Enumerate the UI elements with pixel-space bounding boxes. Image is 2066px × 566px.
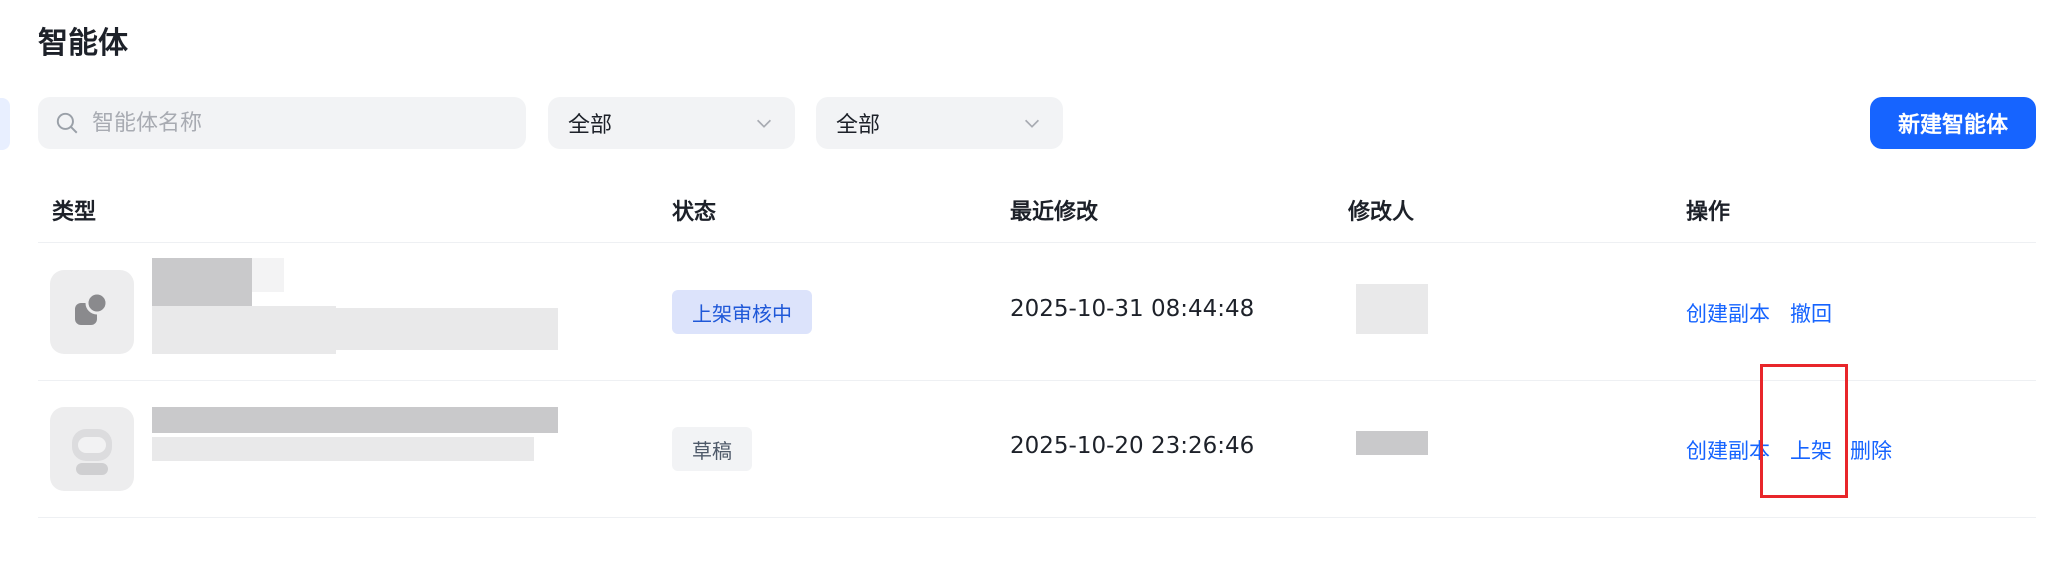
type-filter-select[interactable]: 全部 bbox=[548, 97, 795, 149]
modified-time: 2025-10-31 08:44:48 bbox=[1010, 296, 1255, 322]
chevron-down-icon bbox=[756, 119, 772, 128]
search-box[interactable] bbox=[38, 97, 526, 149]
search-icon bbox=[56, 112, 78, 134]
type-filter-value: 全部 bbox=[568, 113, 613, 138]
agent-avatar bbox=[50, 270, 134, 354]
new-agent-button[interactable]: 新建智能体 bbox=[1870, 97, 2036, 149]
shapes-icon bbox=[75, 291, 109, 325]
table-header: 类型 状态 最近修改 修改人 操作 bbox=[38, 186, 2036, 243]
robot-icon bbox=[72, 429, 112, 475]
column-header-type: 类型 bbox=[52, 200, 97, 225]
delete-action[interactable]: 删除 bbox=[1850, 435, 1892, 465]
status-filter-select[interactable]: 全部 bbox=[816, 97, 1063, 149]
withdraw-action[interactable]: 撤回 bbox=[1790, 298, 1832, 328]
agent-avatar bbox=[50, 407, 134, 491]
highlight-box bbox=[1760, 364, 1848, 498]
left-tab-edge[interactable] bbox=[0, 98, 10, 150]
status-filter-value: 全部 bbox=[836, 113, 881, 138]
page-title: 智能体 bbox=[38, 26, 128, 61]
status-badge: 上架审核中 bbox=[672, 290, 812, 334]
status-badge: 草稿 bbox=[672, 427, 752, 471]
table-row[interactable]: 草稿 2025-10-20 23:26:46 创建副本 上架 删除 bbox=[38, 381, 2036, 518]
column-header-modified: 最近修改 bbox=[1010, 200, 1099, 225]
column-header-actions: 操作 bbox=[1686, 200, 1731, 225]
search-input[interactable] bbox=[90, 109, 514, 137]
table-row[interactable]: 上架审核中 2025-10-31 08:44:48 创建副本 撤回 bbox=[38, 244, 2036, 381]
copy-action[interactable]: 创建副本 bbox=[1686, 298, 1770, 328]
modified-time: 2025-10-20 23:26:46 bbox=[1010, 433, 1255, 459]
copy-action[interactable]: 创建副本 bbox=[1686, 435, 1770, 465]
column-header-modifier: 修改人 bbox=[1348, 200, 1415, 225]
column-header-status: 状态 bbox=[672, 200, 717, 225]
chevron-down-icon bbox=[1024, 119, 1040, 128]
